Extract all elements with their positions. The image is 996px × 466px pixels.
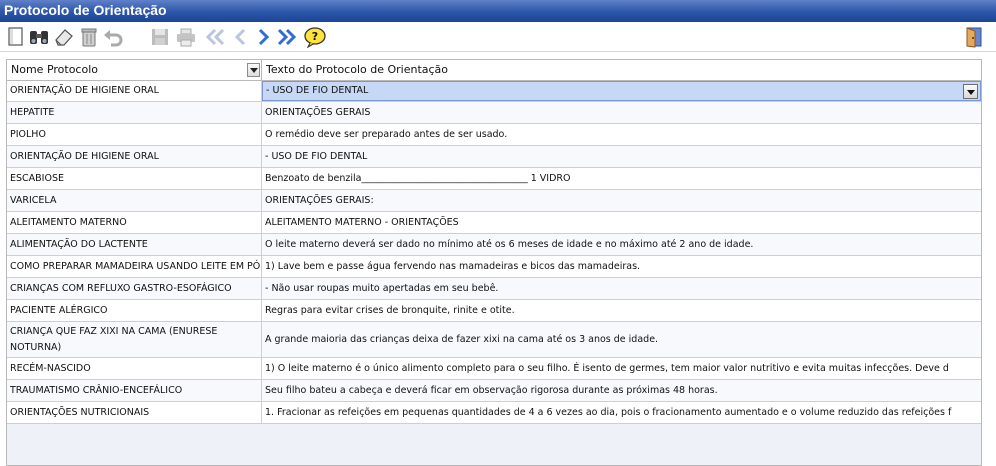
save-disk-icon[interactable] — [148, 25, 172, 49]
table-row[interactable]: CRIANÇAS COM REFLUXO GASTRO-ESOFÁGICO - … — [7, 278, 981, 300]
table-row[interactable]: PACIENTE ALÉRGICO Regras para evitar cri… — [7, 300, 981, 322]
cell-dropdown-button[interactable] — [963, 84, 978, 99]
table-row[interactable]: TRAUMATISMO CRÂNIO-ENCEFÁLICO Seu filho … — [7, 380, 981, 402]
cell-nome: ALIMENTAÇÃO DO LACTENTE — [7, 234, 262, 255]
eraser-icon[interactable] — [52, 25, 76, 49]
cell-nome: CRIANÇAS COM REFLUXO GASTRO-ESOFÁGICO — [7, 278, 262, 299]
cell-nome: ORIENTAÇÃO DE HIGIENE ORAL — [7, 146, 262, 167]
cell-nome: ORIENTAÇÃO DE HIGIENE ORAL — [7, 81, 262, 101]
grid-header: Nome Protocolo Texto do Protocolo de Ori… — [7, 60, 981, 81]
table-row[interactable]: ORIENTAÇÃO DE HIGIENE ORAL - USO DE FIO … — [7, 146, 981, 168]
trash-icon[interactable] — [77, 25, 101, 49]
cell-texto: - USO DE FIO DENTAL — [265, 150, 368, 162]
cell-texto-editor[interactable]: - USO DE FIO DENTAL — [262, 81, 981, 101]
cell-nome: PACIENTE ALÉRGICO — [7, 300, 262, 321]
column-dropdown-button[interactable] — [247, 63, 260, 77]
cell-nome: ORIENTAÇÕES NUTRICIONAIS — [7, 402, 262, 423]
cell-texto: ORIENTAÇÕES GERAIS: — [265, 194, 374, 206]
cell-nome: COMO PREPARAR MAMADEIRA USANDO LEITE EM … — [7, 256, 262, 277]
cell-texto: Benzoato de benzila_____________________… — [265, 172, 571, 184]
first-record-icon[interactable] — [203, 25, 227, 49]
cell-nome: VARICELA — [7, 190, 262, 211]
cell-nome: TRAUMATISMO CRÂNIO-ENCEFÁLICO — [7, 380, 262, 401]
cell-texto: ALEITAMENTO MATERNO - ORIENTAÇÕES — [265, 216, 459, 228]
table-row[interactable]: ORIENTAÇÕES NUTRICIONAIS 1. Fracionar as… — [7, 402, 981, 424]
cell-texto: Seu filho bateu a cabeça e deverá ficar … — [265, 384, 718, 396]
new-document-icon[interactable] — [4, 25, 28, 49]
next-record-icon[interactable] — [252, 25, 276, 49]
binoculars-search-icon[interactable] — [27, 25, 51, 49]
cell-texto: 1. Fracionar as refeições em pequenas qu… — [265, 406, 952, 418]
cell-nome: ESCABIOSE — [7, 168, 262, 189]
cell-nome: PIOLHO — [7, 124, 262, 145]
column-header-nome-protocolo[interactable]: Nome Protocolo — [7, 60, 262, 80]
column-header-texto-protocolo[interactable]: Texto do Protocolo de Orientação — [262, 60, 981, 80]
cell-texto: 1) O leite materno é o único alimento co… — [265, 362, 949, 374]
table-row[interactable]: COMO PREPARAR MAMADEIRA USANDO LEITE EM … — [7, 256, 981, 278]
window-title-bar: Protocolo de Orientação — [0, 0, 996, 22]
toolbar: ? — [0, 22, 996, 52]
cell-texto: Regras para evitar crises de bronquite, … — [265, 304, 515, 316]
cell-texto: O remédio deve ser preparado antes de se… — [265, 128, 508, 140]
window-title: Protocolo de Orientação — [4, 2, 167, 18]
table-row[interactable]: ORIENTAÇÃO DE HIGIENE ORAL - USO DE FIO … — [7, 81, 981, 102]
table-row[interactable]: CRIANÇA QUE FAZ XIXI NA CAMA (ENURESE NO… — [7, 322, 981, 358]
grid-rows: ORIENTAÇÃO DE HIGIENE ORAL - USO DE FIO … — [7, 81, 981, 424]
table-row[interactable]: ALIMENTAÇÃO DO LACTENTE O leite materno … — [7, 234, 981, 256]
svg-text:?: ? — [312, 30, 318, 43]
exit-door-icon[interactable] — [962, 25, 986, 49]
printer-icon[interactable] — [174, 25, 198, 49]
table-row[interactable]: ESCABIOSE Benzoato de benzila___________… — [7, 168, 981, 190]
table-row[interactable]: VARICELA ORIENTAÇÕES GERAIS: — [7, 190, 981, 212]
table-row[interactable]: ALEITAMENTO MATERNO ALEITAMENTO MATERNO … — [7, 212, 981, 234]
table-row[interactable]: RECÉM-NASCIDO 1) O leite materno é o úni… — [7, 358, 981, 380]
undo-icon[interactable] — [101, 25, 125, 49]
cell-texto: - Não usar roupas muito apertadas em seu… — [265, 282, 499, 294]
last-record-icon[interactable] — [275, 25, 299, 49]
cell-nome: HEPATITE — [7, 102, 262, 123]
cell-nome: RECÉM-NASCIDO — [7, 358, 262, 379]
help-icon[interactable]: ? — [303, 25, 327, 49]
cell-nome: CRIANÇA QUE FAZ XIXI NA CAMA (ENURESE NO… — [7, 322, 262, 357]
cell-texto: O leite materno deverá ser dado no mínim… — [265, 238, 754, 250]
cell-nome: ALEITAMENTO MATERNO — [7, 212, 262, 233]
cell-texto: ORIENTAÇÕES GERAIS — [265, 106, 371, 118]
table-row[interactable]: PIOLHO O remédio deve ser preparado ante… — [7, 124, 981, 146]
protocol-grid: Nome Protocolo Texto do Protocolo de Ori… — [6, 59, 982, 466]
table-row[interactable]: HEPATITE ORIENTAÇÕES GERAIS — [7, 102, 981, 124]
cell-texto: 1) Lave bem e passe água fervendo nas ma… — [265, 260, 641, 272]
cell-texto: A grande maioria das crianças deixa de f… — [265, 333, 659, 345]
previous-record-icon[interactable] — [228, 25, 252, 49]
